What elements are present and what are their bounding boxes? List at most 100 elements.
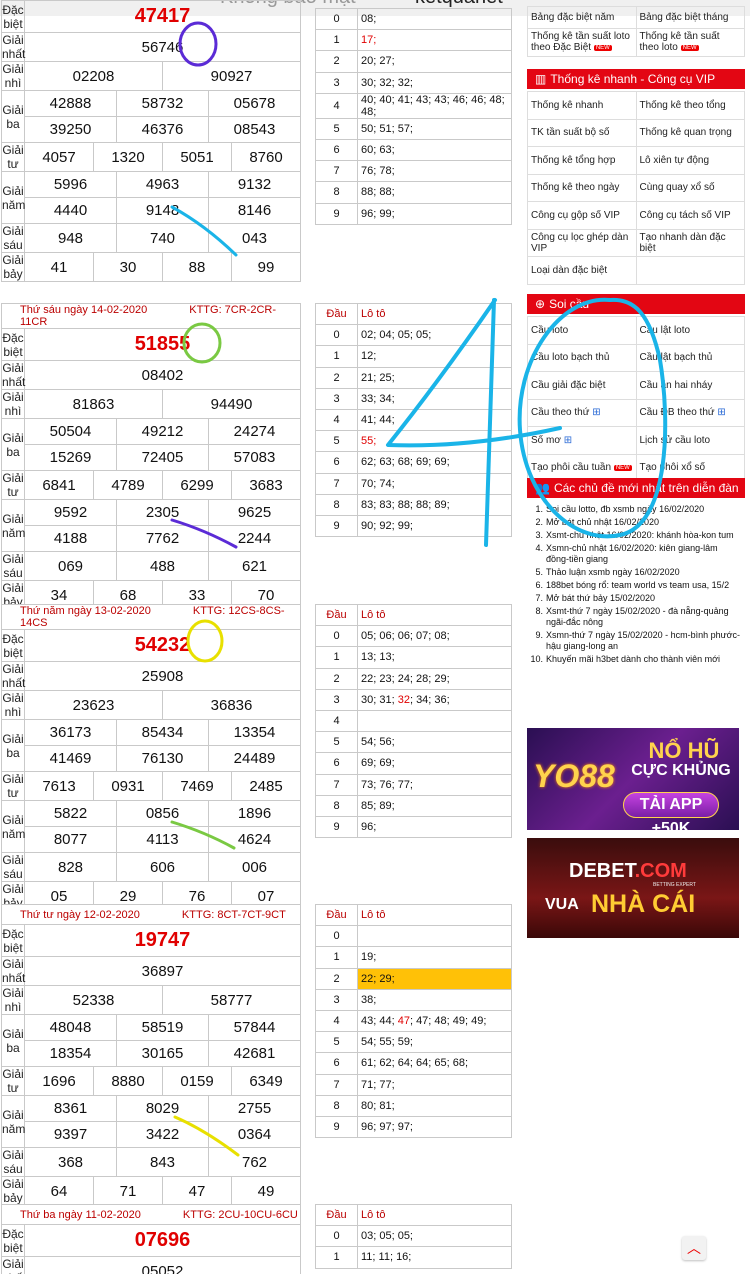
plus-square-icon: ⊞: [563, 434, 573, 446]
sidebar-link[interactable]: Công cụ lọc ghép dàn VIP: [527, 228, 637, 257]
loto-head: 4: [315, 1009, 358, 1033]
third-prize: 05678: [208, 90, 301, 117]
second-prize: 02208: [24, 61, 163, 91]
forum-topic-link[interactable]: 5. Thảo luận xsmb ngày 16/02/2020: [530, 567, 742, 578]
fifth-prize: 1896: [208, 800, 301, 827]
draw-header: Thứ năm ngày 13-02-2020 KTTG: 12CS-8CS-14…: [1, 604, 301, 630]
forum-topic-link[interactable]: 6. 188bet bóng rổ: team world vs team usa…: [530, 580, 742, 591]
sixth-prize: 740: [116, 223, 209, 253]
forum-topic-link[interactable]: 1. Soi cầu lotto, đb xsmb ngày 16/02/2020: [530, 504, 742, 515]
prize-label: Giải ba: [1, 90, 25, 143]
ad-banner-debet[interactable]: DEBET.COM BETTING EXPERT VUA NHÀ CÁI: [527, 838, 739, 938]
sidebar-link[interactable]: Thống kê quan trọng: [635, 118, 745, 147]
third-prize: 57844: [208, 1014, 301, 1041]
fourth-prize: 5051: [162, 142, 232, 172]
ad-headline: NỔ HŨ: [648, 738, 720, 763]
ad-banner-yo88[interactable]: YO88 NỔ HŨ CỰC KHỦNG TẢI APP +50K: [527, 728, 739, 830]
third-prize: 24274: [208, 418, 301, 445]
scroll-to-top-button[interactable]: ︿: [682, 1236, 706, 1260]
sidebar-link[interactable]: Thống kê tổng hợp: [527, 146, 637, 175]
sidebar-link[interactable]: Cầu ĐB theo thứ ⊞: [635, 398, 745, 427]
loto-values: 40; 40; 41; 43; 43; 46; 46; 48; 48;: [357, 92, 512, 119]
new-badge: NEW: [680, 44, 699, 51]
third-prize: 58732: [116, 90, 209, 117]
prize-label: Giải tư: [1, 1066, 25, 1096]
third-prize: 13354: [208, 719, 301, 746]
sidebar-link[interactable]: Cầu ăn hai nháy: [635, 371, 745, 400]
forum-topic-title: 188bet bóng rổ: team world vs team usa, …: [546, 580, 730, 590]
loto-values: 41; 44;: [357, 408, 512, 432]
search-icon: ⊕: [535, 297, 546, 311]
sixth-prize: 043: [208, 223, 301, 253]
ad-subheadline: CỰC KHỦNG: [631, 762, 731, 779]
third-prize: 36173: [24, 719, 117, 746]
loto-head: 7: [315, 160, 358, 183]
forum-topic-link[interactable]: 2. Mở bát chủ nhật 16/02/2020: [530, 517, 742, 528]
result-table: Thứ ba ngày 11-02-2020 KTTG: 2CU-10CU-6CU…: [1, 1204, 301, 1274]
sidebar-link[interactable]: Lô xiên tự động: [635, 146, 745, 175]
loto-table: Đầu Lô tô 0 03; 05; 05; 1 11; 11; 16;: [315, 1203, 512, 1269]
loto-values: 76; 78;: [357, 160, 512, 183]
loto-table: Đầu Lô tô 0 1 19; 2 22; 29; 3 38; 4 43; 44; 47; 47…: [315, 903, 512, 1139]
draw-kttg: KTTG: 8CT-7CT-9CT: [181, 908, 286, 921]
sidebar-link[interactable]: Công cụ tách số VIP: [635, 201, 745, 230]
loto-head: 3: [315, 387, 358, 410]
sidebar-link[interactable]: Tạo nhanh dàn đặc biệt: [635, 228, 745, 257]
special-prize: 19747: [24, 924, 301, 957]
loto-head: 2: [315, 50, 358, 73]
forum-topic-link[interactable]: 9. Xsmn-thứ 7 ngày 15/02/2020 - hcm-bình …: [530, 630, 742, 652]
sidebar-link[interactable]: Cầu giải đặc biệt: [527, 371, 637, 400]
forum-topic-link[interactable]: 8. Xsmt-thứ 7 ngày 15/02/2020 - đà nẵng-q…: [530, 606, 742, 628]
forum-topic-number: 3.: [535, 530, 543, 540]
result-table: Thứ sáu ngày 14-02-2020 KTTG: 7CR-2CR-11C…: [1, 303, 301, 610]
link-tan-suat-loto-db[interactable]: Thống kê tần suất loto theo Đặc Biệt NEW: [527, 28, 637, 57]
ad-download-button[interactable]: TẢI APP +50K: [623, 792, 719, 830]
loto-values: 02; 04; 05; 05;: [357, 324, 512, 347]
sidebar-link[interactable]: Lịch sử cầu loto: [635, 426, 745, 455]
prize-label: Giải sáu: [1, 1147, 25, 1177]
forum-topic-link[interactable]: 4. Xsmn-chủ nhật 16/02/2020: kiên giang-l…: [530, 543, 742, 565]
draw-header: Thứ tư ngày 12-02-2020 KTTG: 8CT-7CT-9CT: [1, 904, 301, 925]
link-bang-dac-biet-nam[interactable]: Bảng đặc biệt năm: [527, 6, 637, 29]
forum-topic-title: Mở bát chủ nhật 16/02/2020: [546, 517, 659, 527]
third-prize: 42681: [208, 1040, 301, 1067]
loto-head: 4: [315, 709, 358, 733]
prize-label: Giải tư: [1, 470, 25, 500]
sidebar-link[interactable]: Cùng quay xổ số: [635, 173, 745, 202]
loto-value-label: Lô tô: [357, 903, 512, 927]
sidebar-link[interactable]: Loại dàn đặc biệt: [527, 256, 637, 285]
sidebar-link[interactable]: Thống kê theo tổng: [635, 91, 745, 120]
forum-topic-link[interactable]: 7. Mở bát thứ bảy 15/02/2020: [530, 593, 742, 604]
sidebar-link[interactable]: Công cụ gộp số VIP: [527, 201, 637, 230]
fifth-prize: 8146: [208, 197, 301, 224]
forum-topic-link[interactable]: 10. Khuyến mãi h3bet dành cho thành viên …: [530, 654, 742, 665]
sidebar-link[interactable]: Cầu lật bạch thủ: [635, 343, 745, 372]
third-prize: 46376: [116, 116, 209, 143]
forum-topic-link[interactable]: 3. Xsmt-chủ nhật 16/02/2020: khánh hòa-ko…: [530, 530, 742, 541]
loto-head: 3: [315, 71, 358, 94]
loto-head: 6: [315, 752, 358, 775]
sidebar-link[interactable]: Cầu lật loto: [635, 316, 745, 345]
fourth-prize: 6349: [231, 1066, 301, 1096]
fourth-prize: 3683: [231, 470, 301, 500]
loto-values: 55;: [357, 430, 512, 453]
sixth-prize: 843: [116, 1147, 209, 1177]
sidebar-link[interactable]: TK tần suất bộ số: [527, 118, 637, 147]
quick-stats-header: ▥ Thống kê nhanh - Công cụ VIP: [527, 69, 745, 89]
forum-topic-number: 1.: [535, 504, 543, 514]
yo88-logo: YO88: [533, 758, 615, 794]
sidebar-link[interactable]: Thống kê nhanh: [527, 91, 637, 120]
loto-head: 0: [315, 7, 358, 31]
sidebar-link[interactable]: Cầu loto bạch thủ: [527, 343, 637, 372]
link-tan-suat-loto[interactable]: Thống kê tần suất theo loto NEW: [635, 28, 745, 57]
link-bang-dac-biet-thang[interactable]: Bảng đặc biệt tháng: [635, 6, 745, 29]
draw-header: Thứ sáu ngày 14-02-2020 KTTG: 7CR-2CR-11C…: [1, 303, 301, 329]
sidebar-link[interactable]: Số mơ ⊞: [527, 426, 637, 455]
fifth-prize: 8029: [116, 1095, 209, 1122]
sidebar-link[interactable]: Thống kê theo ngày: [527, 173, 637, 202]
prize-label: Giải nhất: [1, 956, 26, 986]
first-prize: 05052: [24, 1256, 301, 1274]
prize-label-special: Đặc biệt: [1, 924, 25, 957]
sidebar-link[interactable]: Cầu theo thứ ⊞: [527, 398, 637, 427]
sidebar-link[interactable]: Cầu loto: [527, 316, 637, 345]
